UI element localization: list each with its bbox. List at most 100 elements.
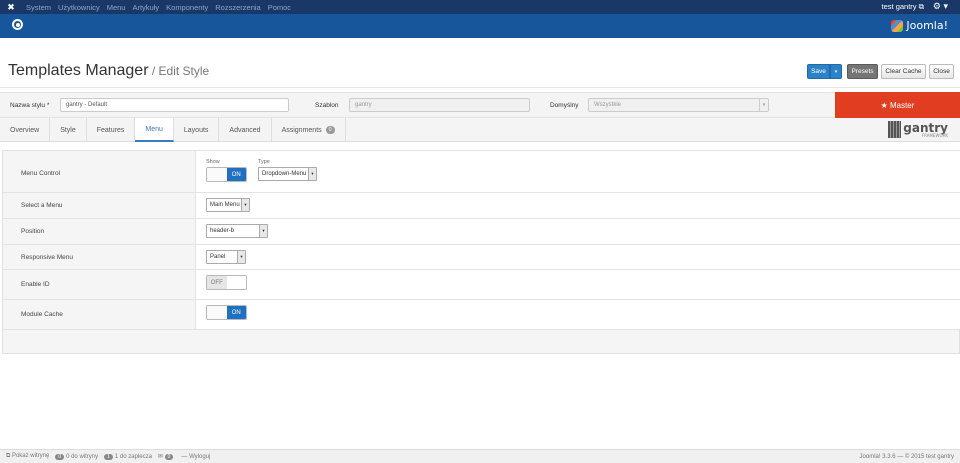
module-cache-toggle[interactable]: ON <box>206 305 247 320</box>
tab-layouts[interactable]: Layouts <box>174 118 220 142</box>
responsive-menu-current: Panel <box>210 254 226 260</box>
setting-row-menu-control: Menu Control Show ON Type Dropdown-Menu … <box>3 151 960 193</box>
mail-icon: ✉ <box>157 454 165 460</box>
template-label: Szablon <box>315 102 339 109</box>
admin-menubar: ✖ System Użytkownicy Menu Artykuły Kompo… <box>0 0 960 14</box>
assignments-count-badge: 0 <box>325 126 335 134</box>
messages-status[interactable]: ✉ 0 <box>158 453 175 460</box>
messages-badge: 0 <box>164 453 174 460</box>
default-select-value: Wszystkie <box>594 102 621 108</box>
toggle-blank <box>226 276 246 289</box>
master-badge[interactable]: ★ Master <box>835 92 960 118</box>
show-label: Show <box>206 159 220 165</box>
responsive-menu-value: Panel ▾ <box>195 245 960 269</box>
menu-item-users[interactable]: Użytkownicy <box>58 3 100 12</box>
template-field: gantry <box>349 98 530 112</box>
select-menu-label: Select a Menu <box>21 202 63 209</box>
menu-item-articles[interactable]: Artykuły <box>132 3 159 12</box>
toggle-blank <box>207 306 227 319</box>
save-button[interactable]: Save <box>807 64 830 79</box>
logout-link[interactable]: — Wyloguj <box>181 454 210 460</box>
responsive-menu-select[interactable]: Panel ▾ <box>206 250 246 264</box>
admin-menu: System Użytkownicy Menu Artykuły Kompone… <box>26 3 298 12</box>
page-title-sub: / Edit Style <box>148 64 210 78</box>
menu-control-show-toggle[interactable]: ON <box>206 167 247 182</box>
admins-badge: 1 <box>104 453 113 460</box>
tab-overview[interactable]: Overview <box>0 118 51 142</box>
tab-menu[interactable]: Menu <box>135 118 174 142</box>
version-text: Joomla! 3.3.6 — © 2015 test gantry <box>859 454 954 460</box>
select-menu-current: Main Menu <box>210 202 240 208</box>
visitors-badge: 0 <box>55 453 65 460</box>
setting-row-select-menu: Select a Menu Main Menu ▾ <box>3 193 960 219</box>
position-current: header-b <box>210 228 235 234</box>
header-bar: Joomla! <box>0 14 960 38</box>
menu-type-select[interactable]: Dropdown-Menu ▾ <box>258 167 317 181</box>
joomla-menu-icon[interactable]: ✖ <box>4 0 18 14</box>
tab-assignments[interactable]: Assignments 0 <box>272 118 346 142</box>
tab-features[interactable]: Features <box>87 118 136 142</box>
toggle-blank <box>207 168 227 181</box>
menu-item-extensions[interactable]: Rozszerzenia <box>215 3 260 12</box>
default-label: Domyślny <box>550 102 579 109</box>
joomla-logo-icon <box>891 19 904 32</box>
target-icon[interactable] <box>12 19 23 30</box>
title-bar: Templates Manager / Edit Style Save ▾ Pr… <box>0 38 960 88</box>
menu-item-menus[interactable]: Menu <box>107 3 126 12</box>
responsive-menu-label: Responsive Menu <box>21 254 74 261</box>
setting-row-responsive-menu: Responsive Menu Panel ▾ <box>3 245 960 270</box>
type-label: Type <box>258 159 270 165</box>
style-name-input[interactable]: gantry - Default <box>60 98 289 112</box>
default-select[interactable]: Wszystkie ▾ <box>588 98 769 112</box>
joomla-brand: Joomla! <box>891 19 948 32</box>
style-details-row: Nazwa stylu * gantry - Default Szablon g… <box>0 92 960 118</box>
save-dropdown-button[interactable]: ▾ <box>830 64 842 79</box>
toggle-off-label: OFF <box>207 276 227 289</box>
admins-status: 1 1 do zaplecza <box>104 453 152 460</box>
menu-type-value: Dropdown-Menu <box>262 171 307 177</box>
chevron-down-icon: ▾ <box>241 199 249 211</box>
brand-text: Joomla! <box>906 19 948 32</box>
setting-row-position: Position header-b ▾ <box>3 219 960 245</box>
setting-row-module-cache: Module Cache ON <box>3 300 960 330</box>
module-cache-label: Module Cache <box>21 311 63 318</box>
tab-assignments-label: Assignments <box>281 126 322 134</box>
close-button[interactable]: Close <box>929 64 954 79</box>
chevron-down-icon: ▾ <box>259 225 267 237</box>
tab-advanced[interactable]: Advanced <box>219 118 272 142</box>
toggle-on-label: ON <box>226 168 246 181</box>
menu-item-components[interactable]: Komponenty <box>166 3 208 12</box>
user-menu[interactable]: test gantry ⧉ <box>882 2 924 12</box>
menu-control-value: Show ON Type Dropdown-Menu ▾ <box>195 151 960 192</box>
status-footer: ⧉ Pokaż witrynę 0 0 do witryny 1 1 do za… <box>0 449 960 463</box>
chevron-down-icon: ▾ <box>237 251 245 263</box>
enable-id-label: Enable ID <box>21 281 50 288</box>
clear-cache-button[interactable]: Clear Cache <box>881 64 926 79</box>
setting-row-enable-id: Enable ID OFF <box>3 270 960 300</box>
admins-text: 1 do zaplecza <box>114 453 152 460</box>
settings-gear-icon[interactable]: ⚙ ▾ <box>933 1 948 12</box>
tab-bar: Overview Style Features Menu Layouts Adv… <box>0 118 960 142</box>
position-select[interactable]: header-b ▾ <box>206 224 268 238</box>
visitors-status: 0 0 do witryny <box>55 453 99 460</box>
enable-id-toggle[interactable]: OFF <box>206 275 247 290</box>
page-title-main: Templates Manager <box>8 62 149 79</box>
menu-control-label: Menu Control <box>21 170 61 177</box>
presets-button[interactable]: Presets <box>847 64 878 79</box>
position-label: Position <box>21 228 45 235</box>
position-value: header-b ▾ <box>195 219 960 244</box>
show-site-link[interactable]: ⧉ Pokaż witrynę <box>6 453 49 460</box>
select-menu-value: Main Menu ▾ <box>195 193 960 218</box>
gantry-logo: gantry FRAMEWORK <box>888 121 948 138</box>
page-title: Templates Manager / Edit Style <box>8 62 209 80</box>
menu-settings-panel: Menu Control Show ON Type Dropdown-Menu … <box>2 150 960 354</box>
tab-style[interactable]: Style <box>50 118 87 142</box>
select-menu-select[interactable]: Main Menu ▾ <box>206 198 250 212</box>
menu-item-system[interactable]: System <box>26 3 51 12</box>
visitors-text: 0 do witryny <box>66 453 99 460</box>
chevron-down-icon: ▾ <box>759 99 768 111</box>
style-name-label: Nazwa stylu * <box>10 102 50 109</box>
gantry-logo-icon <box>888 121 902 138</box>
toggle-on-label: ON <box>226 306 246 319</box>
menu-item-help[interactable]: Pomoc <box>268 3 291 12</box>
